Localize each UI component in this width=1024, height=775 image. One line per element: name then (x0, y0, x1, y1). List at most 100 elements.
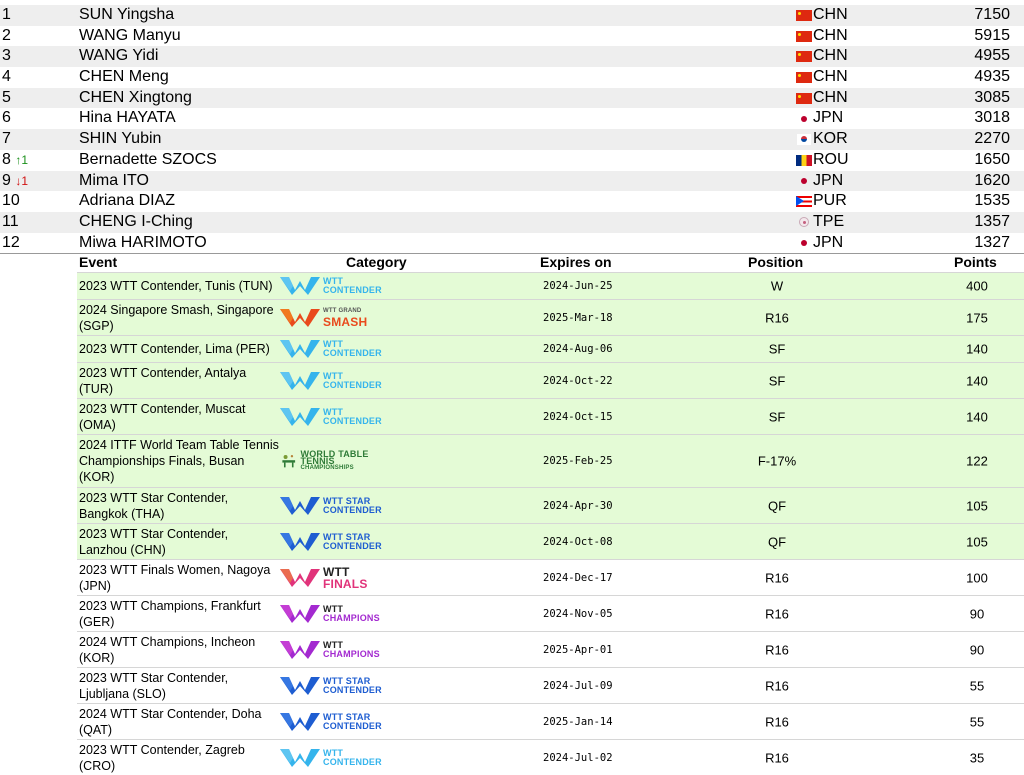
player-name[interactable]: Bernadette SZOCS (79, 150, 217, 171)
breakdown-row[interactable]: 2023 WTT Star Contender, Ljubljana (SLO)… (77, 667, 1024, 703)
event-name[interactable]: 2023 WTT Contender, Antalya (TUR) (79, 365, 279, 397)
rank-change-up: ↑1 (15, 152, 29, 167)
ranking-points: 3018 (974, 109, 1010, 127)
event-name[interactable]: 2023 WTT Finals Women, Nagoya (JPN) (79, 562, 279, 594)
wtt-logo-mark-icon (280, 712, 320, 731)
ranking-row[interactable]: 5 CHEN Xingtong CHN 3085 (0, 87, 1024, 109)
event-points: 90 (969, 642, 985, 657)
wtt-logo-mark-icon (280, 640, 320, 659)
rank-change-down: ↓1 (15, 173, 29, 188)
event-name[interactable]: 2023 WTT Contender, Muscat (OMA) (79, 401, 279, 433)
world-championships-logo-icon (282, 455, 296, 468)
event-points: 55 (969, 678, 985, 693)
ranking-row[interactable]: 12 Miwa HARIMOTO JPN 1327 (0, 233, 1024, 255)
wtt-logo-mark-icon (280, 604, 320, 623)
event-name[interactable]: 2024 ITTF World Team Table Tennis Champi… (79, 437, 279, 485)
country: JPN (795, 171, 855, 192)
rank-number: 7 (2, 130, 11, 148)
rank-number: 1 (2, 6, 11, 23)
wtt-logo-mark-icon (280, 340, 320, 358)
breakdown-row[interactable]: 2023 WTT Star Contender, Lanzhou (CHN) WT… (77, 523, 1024, 559)
ranking-row[interactable]: 3 WANG Yidi CHN 4955 (0, 46, 1024, 68)
country: PUR (795, 191, 855, 212)
ranking-row[interactable]: 1 SUN Yingsha CHN 7150 (0, 5, 1024, 26)
wtt-logo-mark-icon (280, 371, 320, 390)
player-name[interactable]: Hina HAYATA (79, 108, 176, 129)
breakdown-row[interactable]: 2024 WTT Star Contender, Doha (QAT) WTT S… (77, 703, 1024, 739)
player-name[interactable]: CHEN Meng (79, 67, 169, 88)
ranking-points: 3085 (974, 88, 1010, 106)
country-code: TPE (813, 212, 845, 230)
event-points: 55 (969, 714, 985, 729)
event-points: 35 (969, 750, 985, 765)
ranking-points: 1357 (974, 212, 1010, 230)
wtt-logo-mark-icon (280, 277, 320, 295)
ranking-row[interactable]: 7 SHIN Yubin KOR 2270 (0, 129, 1024, 150)
wtt-logo-mark-icon (280, 496, 320, 515)
event-name[interactable]: 2023 WTT Contender, Zagreb (CRO) (79, 742, 279, 774)
rank-number: 9 (2, 171, 11, 189)
player-name[interactable]: SUN Yingsha (79, 5, 174, 26)
ranking-row[interactable]: 4 CHEN Meng CHN 4935 (0, 67, 1024, 88)
category-logo-contender: WTT CONTENDER (280, 339, 382, 359)
flag-jpn-icon (801, 177, 807, 184)
breakdown-row[interactable]: 2024 WTT Champions, Incheon (KOR) WTT CHAM… (77, 631, 1024, 667)
event-name[interactable]: 2023 WTT Star Contender, Ljubljana (SLO) (79, 670, 279, 702)
rank-number: 5 (2, 88, 11, 106)
ranking-row[interactable]: 11 CHENG I-Ching TPE 1357 (0, 211, 1024, 233)
rank-number: 4 (2, 68, 11, 86)
category-logo-star: WTT STAR CONTENDER (280, 532, 382, 552)
breakdown-row[interactable]: 2024 ITTF World Team Table Tennis Champi… (77, 434, 1024, 487)
ranking-row[interactable]: 6 Hina HAYATA JPN 3018 (0, 108, 1024, 129)
category-logo-star: WTT STAR CONTENDER (280, 676, 382, 696)
rank-position: 3 (2, 46, 11, 67)
finish-position: F-17% (757, 453, 797, 469)
ranking-row[interactable]: 8 ↑1 Bernadette SZOCS ROU 1650 (0, 150, 1024, 171)
category-logo-wttc: WORLD TABLE TENNIS CHAMPIONSHIPS (280, 449, 384, 472)
breakdown-row[interactable]: 2023 WTT Star Contender, Bangkok (THA) WT… (77, 487, 1024, 523)
expires-on: 2025-Jan-14 (543, 715, 613, 728)
flag-chn-icon (796, 71, 812, 83)
rank-number: 10 (2, 192, 20, 210)
category-logo-champions: WTT CHAMPIONS (280, 640, 380, 660)
event-points: 140 (966, 409, 988, 424)
country: TPE (795, 212, 855, 233)
player-name[interactable]: Mima ITO (79, 171, 149, 192)
breakdown-row[interactable]: 2023 WTT Contender, Tunis (TUN) WTT CONTEN… (77, 272, 1024, 299)
event-name[interactable]: 2023 WTT Contender, Tunis (TUN) (79, 278, 279, 294)
ranking-points: 4935 (974, 68, 1010, 86)
breakdown-row[interactable]: 2023 WTT Contender, Lima (PER) WTT CONTEND… (77, 335, 1024, 362)
breakdown-row[interactable]: 2023 WTT Finals Women, Nagoya (JPN) WTT FI… (77, 559, 1024, 595)
event-name[interactable]: 2023 WTT Champions, Frankfurt (GER) (79, 598, 279, 630)
event-name[interactable]: 2024 WTT Star Contender, Doha (QAT) (79, 706, 279, 738)
player-name[interactable]: SHIN Yubin (79, 129, 161, 150)
ranking-row[interactable]: 9 ↓1 Mima ITO JPN 1620 (0, 170, 1024, 192)
player-name[interactable]: Adriana DIAZ (79, 191, 175, 212)
ranking-row[interactable]: 2 WANG Manyu CHN 5915 (0, 26, 1024, 47)
player-name[interactable]: CHEN Xingtong (79, 88, 192, 109)
category-logo-champions: WTT CHAMPIONS (280, 604, 380, 624)
event-name[interactable]: 2023 WTT Star Contender, Bangkok (THA) (79, 490, 279, 522)
player-name[interactable]: WANG Yidi (79, 46, 158, 67)
breakdown-row[interactable]: 2023 WTT Contender, Muscat (OMA) WTT CONTE… (77, 398, 1024, 434)
breakdown-row[interactable]: 2023 WTT Contender, Antalya (TUR) WTT CONT… (77, 362, 1024, 398)
breakdown-row[interactable]: 2023 WTT Contender, Zagreb (CRO) WTT CONTE… (77, 739, 1024, 775)
ranking-row[interactable]: 10 Adriana DIAZ PUR 1535 (0, 191, 1024, 212)
event-name[interactable]: 2024 WTT Champions, Incheon (KOR) (79, 634, 279, 666)
rank-number: 6 (2, 109, 11, 127)
event-name[interactable]: 2024 Singapore Smash, Singapore (SGP) (79, 302, 279, 334)
finish-position: R16 (765, 750, 789, 765)
event-name[interactable]: 2023 WTT Star Contender, Lanzhou (CHN) (79, 526, 279, 558)
player-name[interactable]: Miwa HARIMOTO (79, 233, 207, 254)
breakdown-row[interactable]: 2024 Singapore Smash, Singapore (SGP) WTT… (77, 299, 1024, 335)
country: CHN (795, 46, 855, 67)
expires-on: 2024-Oct-08 (543, 535, 613, 548)
event-name[interactable]: 2023 WTT Contender, Lima (PER) (79, 341, 279, 357)
breakdown-row[interactable]: 2023 WTT Champions, Frankfurt (GER) WTT CH… (77, 595, 1024, 631)
finish-position: QF (767, 498, 787, 513)
event-points: 105 (966, 534, 988, 549)
player-name[interactable]: CHENG I-Ching (79, 212, 193, 233)
event-category: WTT CONTENDER (280, 406, 384, 428)
player-name[interactable]: WANG Manyu (79, 26, 181, 47)
header-position: Position (748, 254, 804, 270)
